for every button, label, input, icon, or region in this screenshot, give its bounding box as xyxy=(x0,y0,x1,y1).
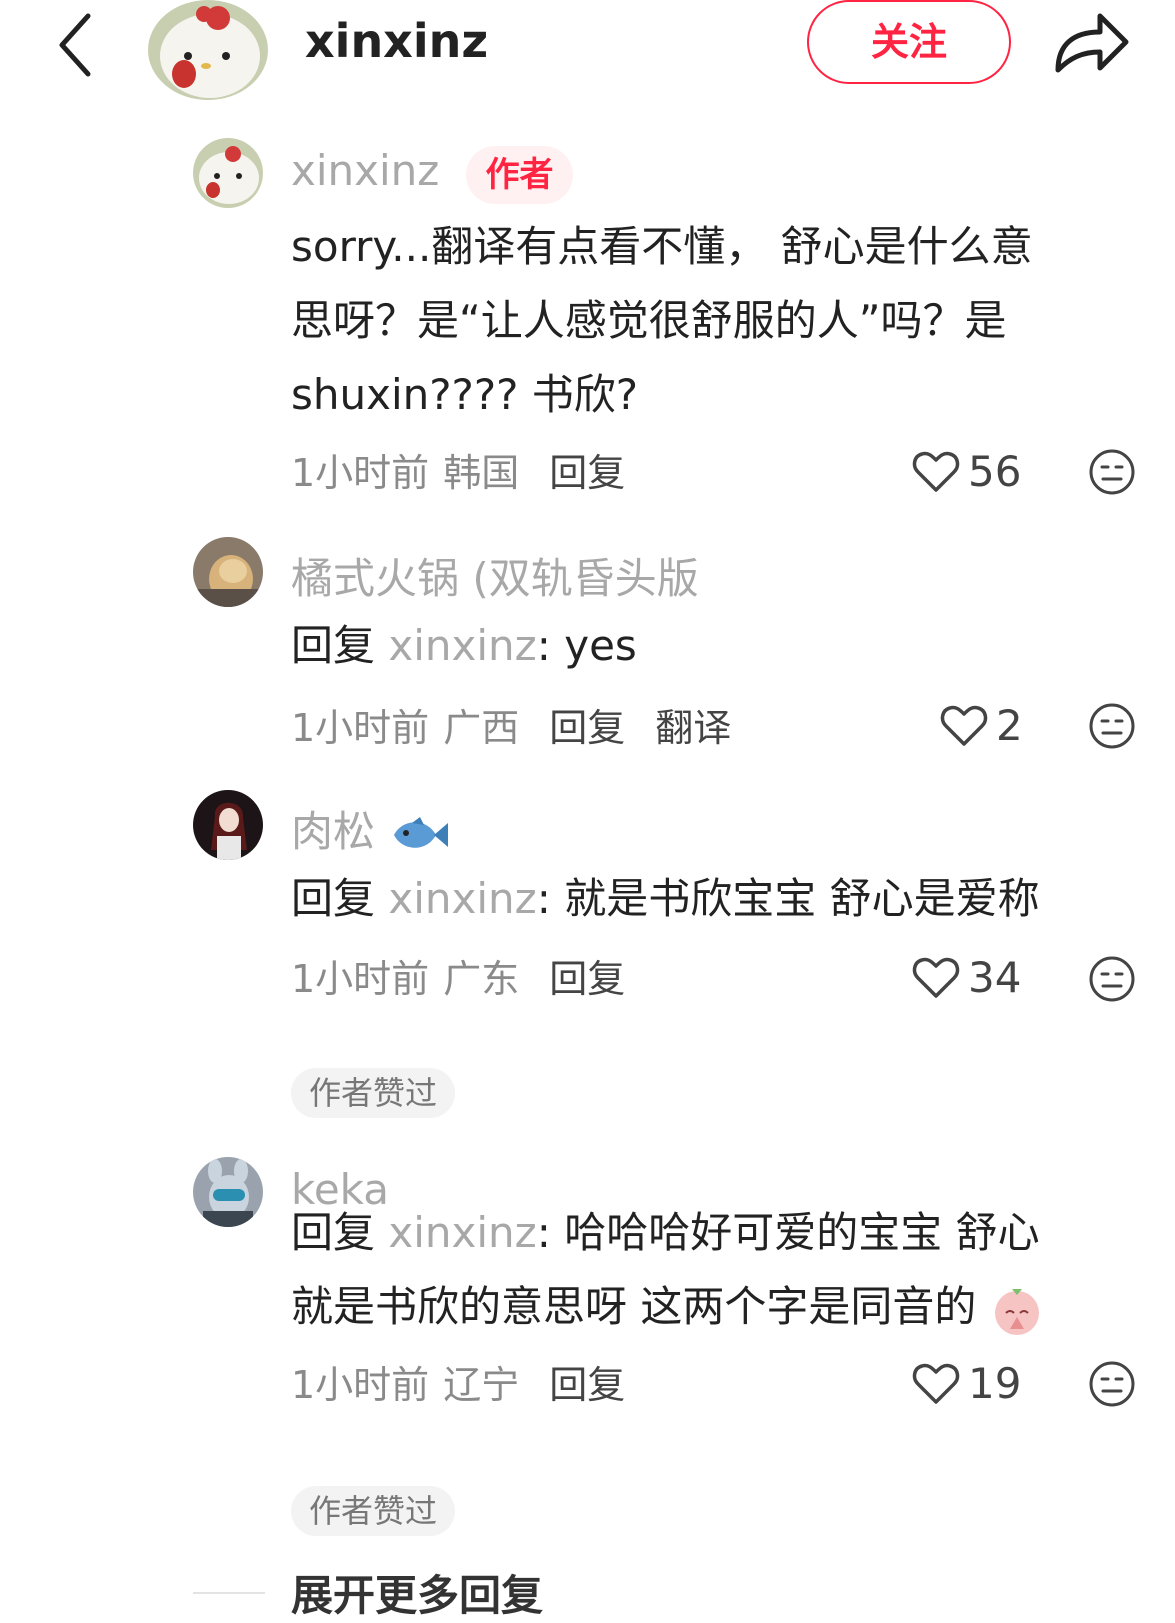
heart-icon xyxy=(940,705,988,746)
comment-text: sorry...翻译有点看不懂， 舒心是什么意 思呀？是“让人感觉很舒服的人”吗… xyxy=(291,210,1131,432)
author-liked-tag: 作者赞过 xyxy=(291,1068,456,1118)
mentioned-user[interactable]: xinxinz xyxy=(388,874,536,923)
comment-text: 回复 xinxinz: yes xyxy=(291,609,1131,683)
reply-prefix: 回复 xyxy=(291,621,376,670)
mentioned-user[interactable]: xinxinz xyxy=(388,621,536,670)
comment-meta: 1小时前 广东 回复 xyxy=(291,948,655,1003)
translate-button[interactable]: 翻译 xyxy=(655,706,731,750)
author-badge: 作者 xyxy=(466,146,573,204)
emoji-reaction-icon[interactable] xyxy=(1088,1360,1136,1408)
comment-author[interactable]: xinxinz xyxy=(291,146,439,195)
like-button[interactable]: 2 xyxy=(940,698,1023,750)
comment-line-text: : 哈哈哈好可爱的宝宝 舒心 xyxy=(536,1208,1040,1257)
comment-meta: 1小时前 韩国 回复 xyxy=(291,442,655,497)
comment-line: sorry...翻译有点看不懂， 舒心是什么意 xyxy=(291,222,1033,271)
top-bar: xinxinz 关注 xyxy=(0,0,1175,110)
like-count: 56 xyxy=(968,447,1022,496)
comment-location: 广西 xyxy=(443,706,520,750)
username[interactable]: xinxinz xyxy=(305,14,488,68)
like-button[interactable]: 56 xyxy=(912,444,1021,496)
emoji-reaction-icon[interactable] xyxy=(1088,955,1136,1003)
like-count: 19 xyxy=(968,1359,1022,1408)
reply-button[interactable]: 回复 xyxy=(549,957,625,1001)
heart-icon xyxy=(912,1363,960,1404)
author-name: 肉松 xyxy=(291,807,376,856)
comment-meta: 1小时前 广西 回复 翻译 xyxy=(291,697,761,752)
avatar[interactable] xyxy=(193,790,263,860)
share-icon[interactable] xyxy=(1052,6,1132,76)
avatar[interactable] xyxy=(193,537,263,607)
comment-time: 1小时前 xyxy=(291,451,430,495)
comment-line: 回复 xinxinz: 哈哈哈好可爱的宝宝 舒心 xyxy=(291,1196,1131,1270)
comment-line: : yes xyxy=(536,621,637,670)
comment-text: 回复 xinxinz: 哈哈哈好可爱的宝宝 舒心 就是书欣的意思呀 这两个字是同… xyxy=(291,1196,1131,1344)
mentioned-user[interactable]: xinxinz xyxy=(388,1208,536,1257)
praying-emoji-icon xyxy=(994,1288,1039,1335)
divider xyxy=(193,1592,265,1594)
follow-button[interactable]: 关注 xyxy=(807,0,1011,84)
expand-more-replies-button[interactable]: 展开更多回复 xyxy=(291,1562,543,1623)
avatar[interactable] xyxy=(193,1157,263,1227)
comment-author[interactable]: 肉松 xyxy=(291,798,450,859)
comment-location: 辽宁 xyxy=(443,1363,520,1407)
reply-button[interactable]: 回复 xyxy=(549,451,625,495)
comment-location: 广东 xyxy=(443,957,520,1001)
heart-icon xyxy=(912,451,960,492)
back-arrow-icon[interactable] xyxy=(52,8,102,78)
like-button[interactable]: 19 xyxy=(912,1356,1021,1408)
comment-meta: 1小时前 辽宁 回复 xyxy=(291,1354,655,1409)
heart-icon xyxy=(912,957,960,998)
emoji-reaction-icon[interactable] xyxy=(1088,448,1136,496)
emoji-reaction-icon[interactable] xyxy=(1088,702,1136,750)
comment-text: 回复 xinxinz: 就是书欣宝宝 舒心是爱称 xyxy=(291,862,1131,936)
reply-button[interactable]: 回复 xyxy=(549,706,625,750)
avatar[interactable] xyxy=(148,0,268,100)
comment-line-text: 就是书欣的意思呀 这两个字是同音的 xyxy=(291,1282,977,1331)
like-count: 2 xyxy=(996,701,1023,750)
comment-author[interactable]: 橘式火锅 (双轨昏头版 xyxy=(291,545,699,606)
avatar[interactable] xyxy=(193,138,263,208)
comment-line: shuxin???? 书欣? xyxy=(291,370,639,419)
fish-emoji-icon xyxy=(394,816,449,848)
comment-location: 韩国 xyxy=(443,451,520,495)
comment-time: 1小时前 xyxy=(291,1363,430,1407)
author-liked-tag: 作者赞过 xyxy=(291,1486,456,1536)
comment-line: 就是书欣的意思呀 这两个字是同音的 xyxy=(291,1270,1131,1344)
reply-button[interactable]: 回复 xyxy=(549,1363,625,1407)
reply-prefix: 回复 xyxy=(291,1208,376,1257)
comment-line: : 就是书欣宝宝 舒心是爱称 xyxy=(536,874,1040,923)
comment-line: 思呀？是“让人感觉很舒服的人”吗？是 xyxy=(291,296,1007,345)
like-button[interactable]: 34 xyxy=(912,950,1021,1002)
reply-prefix: 回复 xyxy=(291,874,376,923)
comment-time: 1小时前 xyxy=(291,957,430,1001)
comment-time: 1小时前 xyxy=(291,706,430,750)
like-count: 34 xyxy=(968,953,1022,1002)
